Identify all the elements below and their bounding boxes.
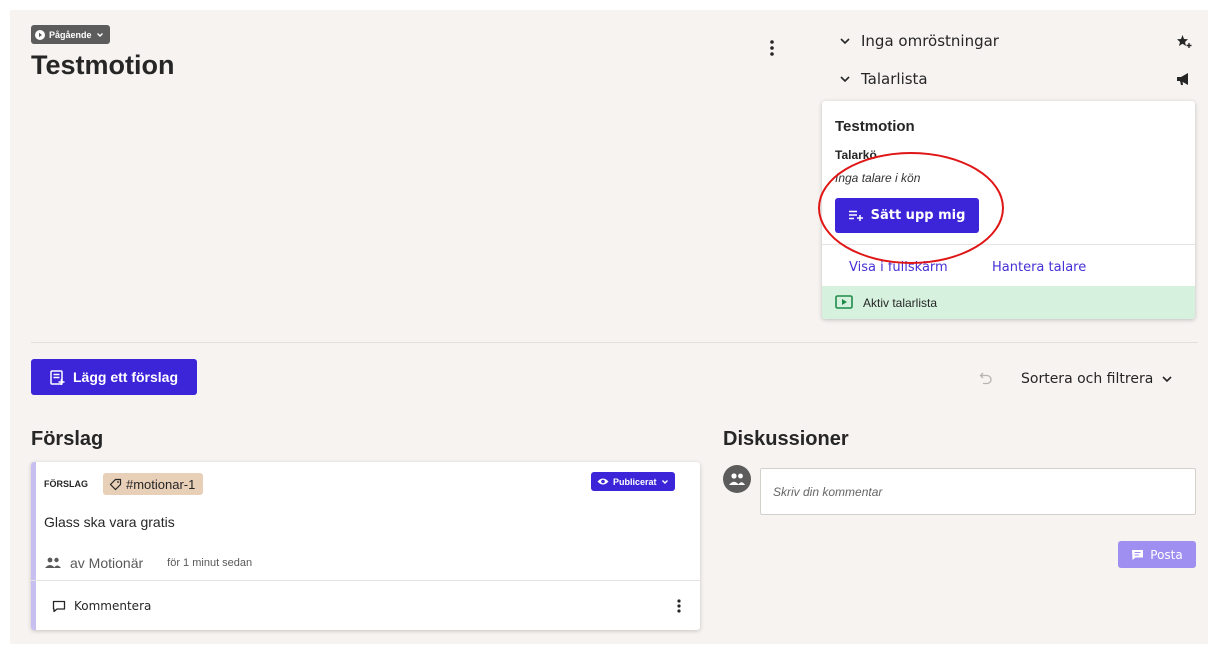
note-add-icon <box>50 369 65 385</box>
comment-button[interactable]: Kommentera <box>52 597 151 615</box>
proposal-menu-icon[interactable] <box>671 595 687 617</box>
publish-status-label: Publicerat <box>613 476 657 487</box>
page-title: Testmotion <box>31 50 175 80</box>
proposal-time: för 1 minut sedan <box>167 557 253 569</box>
megaphone-icon <box>1173 72 1195 86</box>
group-icon <box>729 473 745 485</box>
divider <box>31 580 700 581</box>
speakers-label: Talarlista <box>861 70 928 88</box>
discussion-heading: Diskussioner <box>723 428 849 450</box>
speaker-list-card: Testmotion Talarkö Inga talare i kön Sät… <box>822 101 1195 319</box>
comment-icon <box>1132 549 1144 560</box>
proposal-meta: av Motionär för 1 minut sedan <box>44 553 252 573</box>
polls-toggle[interactable]: Inga omröstningar <box>833 27 1195 55</box>
chevron-down-icon <box>833 75 857 83</box>
post-button[interactable]: Posta <box>1118 541 1196 568</box>
chevron-down-icon <box>833 37 857 45</box>
play-screen-icon <box>835 295 853 309</box>
proposal-author[interactable]: av Motionär <box>70 555 143 571</box>
manage-speakers-link[interactable]: Hantera talare <box>992 260 1086 275</box>
polls-label: Inga omröstningar <box>861 32 999 50</box>
chevron-down-icon <box>96 32 103 37</box>
add-proposal-button[interactable]: Lägg ett förslag <box>31 359 197 395</box>
undo-icon[interactable] <box>977 369 995 387</box>
active-speaker-list-banner: Aktiv talarlista <box>822 286 1195 319</box>
more-options-icon[interactable] <box>762 36 782 60</box>
group-icon <box>45 557 61 568</box>
fullscreen-link[interactable]: Visa i fullskärm <box>849 260 948 275</box>
status-dropdown[interactable]: Pågående <box>31 25 110 44</box>
page-background: Pågående Testmotion Inga omröstningar Ta… <box>10 10 1208 644</box>
sort-filter-label: Sortera och filtrera <box>1021 371 1154 387</box>
card-title: Testmotion <box>835 118 915 135</box>
comment-icon <box>52 600 66 612</box>
comment-input[interactable] <box>760 468 1196 515</box>
comment-label: Kommentera <box>74 599 152 613</box>
proposal-type-label: FÖRSLAG <box>44 479 88 489</box>
eye-icon <box>597 478 609 485</box>
speaker-queue-label: Talarkö <box>835 148 877 162</box>
sort-filter-dropdown[interactable]: Sortera och filtrera <box>1021 369 1173 389</box>
tag-icon <box>109 478 122 490</box>
join-queue-button[interactable]: Sätt upp mig <box>835 198 979 233</box>
active-label: Aktiv talarlista <box>863 295 938 310</box>
empty-queue-text: Inga talare i kön <box>835 171 921 185</box>
chevron-down-icon <box>661 479 668 484</box>
card-accent-bar <box>31 462 36 630</box>
playlist-add-icon <box>848 210 863 221</box>
proposals-heading: Förslag <box>31 428 104 450</box>
publish-status-dropdown[interactable]: Publicerat <box>591 472 675 491</box>
proposal-card: FÖRSLAG #motionar-1 Publicerat Glass ska… <box>31 462 700 630</box>
post-label: Posta <box>1150 547 1183 562</box>
proposal-tag[interactable]: #motionar-1 <box>103 473 204 495</box>
play-circle-icon <box>35 29 45 40</box>
section-divider <box>31 342 1198 343</box>
star-plus-icon <box>1173 33 1195 49</box>
avatar <box>723 465 751 493</box>
speakers-toggle[interactable]: Talarlista <box>833 65 1195 93</box>
divider <box>822 244 1195 245</box>
proposal-text: Glass ska vara gratis <box>44 514 175 530</box>
add-proposal-label: Lägg ett förslag <box>72 369 178 385</box>
join-queue-label: Sätt upp mig <box>870 208 966 223</box>
proposal-tag-label: #motionar-1 <box>126 476 196 492</box>
status-label: Pågående <box>49 29 92 40</box>
chevron-down-icon <box>1162 376 1172 383</box>
